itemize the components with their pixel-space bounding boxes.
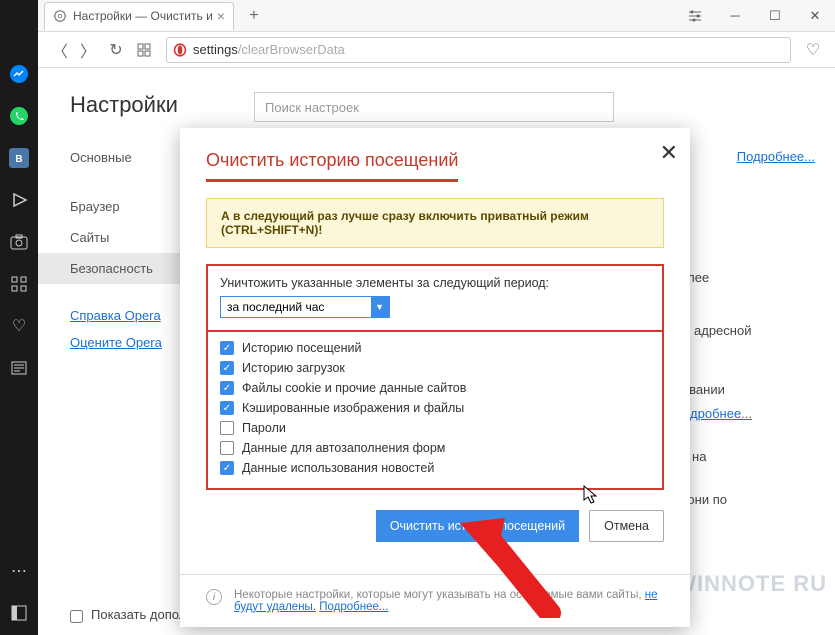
info-icon: i: [206, 589, 222, 605]
maximize-icon[interactable]: ☐: [755, 0, 795, 32]
new-tab-button[interactable]: +: [242, 7, 266, 25]
gear-icon: [53, 9, 67, 23]
period-label: Уничтожить указанные элементы за следующ…: [220, 276, 650, 290]
easy-setup-icon[interactable]: [675, 0, 715, 32]
heart-sidebar-icon[interactable]: ♡: [9, 316, 29, 336]
whatsapp-icon[interactable]: [9, 106, 29, 126]
tab-close-icon[interactable]: ×: [217, 8, 225, 24]
check-cookies[interactable]: ✓Файлы cookie и прочие данные сайтов: [220, 378, 650, 398]
check-cache[interactable]: ✓Кэшированные изображения и файлы: [220, 398, 650, 418]
dialog-footer: i Некоторые настройки, которые могут ука…: [180, 574, 690, 627]
period-section: Уничтожить указанные элементы за следующ…: [206, 264, 664, 332]
minimize-icon[interactable]: ─: [715, 0, 755, 32]
more-link[interactable]: Подробнее...: [737, 149, 815, 164]
camera-icon[interactable]: [9, 232, 29, 252]
app-sidebar: B ♡ ⋯: [0, 0, 38, 635]
vk-icon[interactable]: B: [9, 148, 29, 168]
address-text: settings/clearBrowserData: [193, 42, 345, 57]
news-icon[interactable]: [9, 358, 29, 378]
heart-icon[interactable]: ♡: [799, 36, 827, 64]
dialog-title: Очистить историю посещений: [206, 150, 458, 182]
sidebar-toggle-icon[interactable]: [9, 603, 29, 623]
period-select[interactable]: за последний час ▼: [220, 296, 390, 318]
titlebar: Настройки — Очистить и × + ─ ☐ ✕: [0, 0, 835, 32]
messenger-icon[interactable]: [9, 64, 29, 84]
check-passwords[interactable]: Пароли: [220, 418, 650, 438]
back-button[interactable]: 〈: [46, 36, 74, 64]
address-bar[interactable]: settings/clearBrowserData: [166, 37, 791, 63]
private-mode-tip: А в следующий раз лучше сразу включить п…: [206, 198, 664, 248]
browser-tab[interactable]: Настройки — Очистить и ×: [44, 2, 234, 30]
search-settings-input[interactable]: Поиск настроек: [254, 92, 614, 122]
tab-title: Настройки — Очистить и: [73, 9, 213, 23]
close-icon[interactable]: ✕: [795, 0, 835, 32]
settings-title: Настройки: [70, 92, 254, 118]
check-downloads[interactable]: ✓Историю загрузок: [220, 358, 650, 378]
forward-button[interactable]: 〉: [74, 36, 102, 64]
check-autofill[interactable]: Данные для автозаполнения форм: [220, 438, 650, 458]
more-icon[interactable]: ⋯: [9, 561, 29, 581]
reload-button[interactable]: ↻: [102, 36, 130, 64]
play-icon[interactable]: [9, 190, 29, 210]
svg-text:B: B: [15, 154, 22, 165]
grid-icon[interactable]: [9, 274, 29, 294]
footer-link-2[interactable]: Подробнее...: [319, 601, 388, 613]
check-history[interactable]: ✓Историю посещений: [220, 338, 650, 358]
cancel-button[interactable]: Отмена: [589, 510, 664, 542]
check-news[interactable]: ✓Данные использования новостей: [220, 458, 650, 478]
chevron-down-icon: ▼: [375, 302, 384, 312]
toolbar: 〈 〉 ↻ settings/clearBrowserData ♡: [38, 32, 835, 68]
dialog-close-button[interactable]: ✕: [660, 140, 678, 166]
clear-data-dialog: ✕ Очистить историю посещений А в следующ…: [180, 128, 690, 627]
checkbox-group: ✓Историю посещений ✓Историю загрузок ✓Фа…: [206, 332, 664, 490]
clear-button[interactable]: Очистить историю посещений: [376, 510, 579, 542]
speed-dial-icon[interactable]: [130, 36, 158, 64]
